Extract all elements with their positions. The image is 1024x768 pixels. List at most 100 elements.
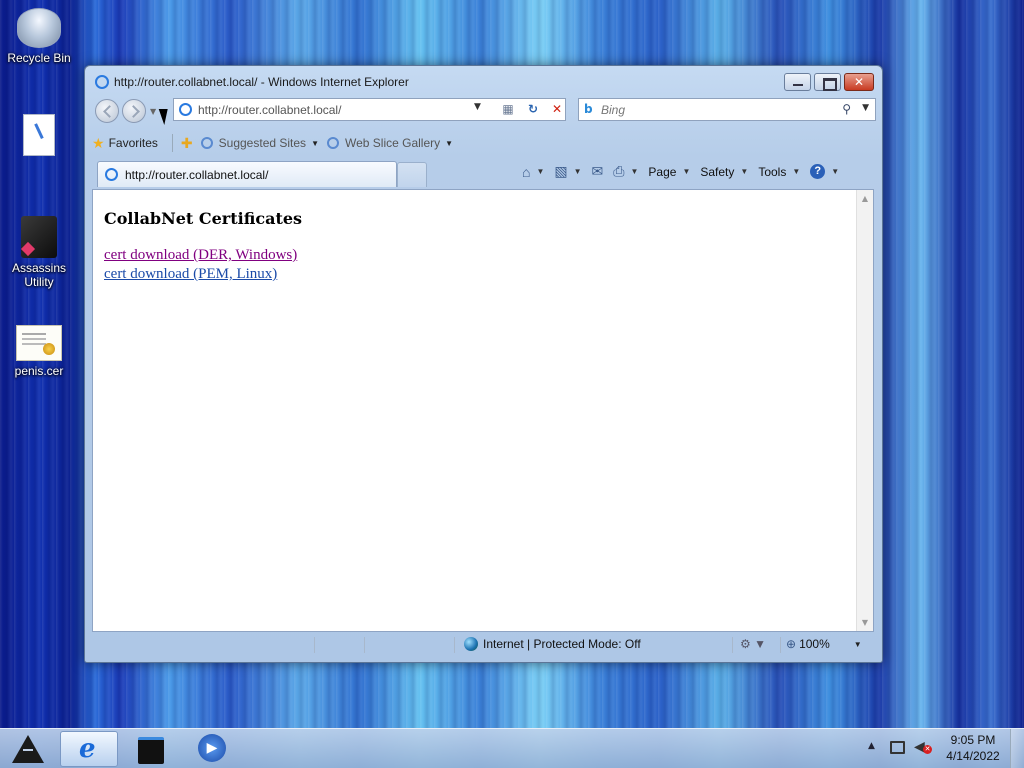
taskbar-internet-explorer[interactable] [60,731,118,767]
navigation-bar: ▼ http://router.collabnet.local/ ▼ ▦ ↻ ✕… [93,98,876,124]
zoom-control[interactable]: ⊕ 100% ▼ [786,637,862,651]
forward-button[interactable] [122,99,146,123]
search-icon[interactable]: ⚲ [842,102,851,116]
compatibility-view-icon[interactable]: ▦ [497,101,519,118]
favorites-button[interactable]: ★ Favorites [92,135,158,152]
web-slice-gallery-button[interactable]: Web Slice Gallery ▼ [326,136,454,150]
bing-icon: b [584,102,593,116]
desktop-icon-shortcut[interactable] [1,114,77,159]
status-divider [780,637,781,653]
chevron-down-icon: ▼ [536,167,545,176]
favorites-separator [171,134,173,152]
tools-menu[interactable]: Tools ▼ [758,165,800,179]
recent-pages-dropdown-icon[interactable]: ▼ [150,107,156,116]
help-menu[interactable]: ? ▼ [810,164,839,179]
show-desktop-button[interactable] [1010,729,1024,768]
desktop-icon-recycle-bin[interactable]: Recycle Bin [1,8,77,65]
status-divider [732,637,733,653]
clock-time: 9:05 PM [950,733,996,747]
internet-globe-icon [464,637,478,651]
printer-icon: ⎙ [613,163,625,179]
title-bar[interactable]: http://router.collabnet.local/ - Windows… [85,66,882,96]
refresh-icon[interactable]: ↻ [522,101,544,118]
cert-download-pem-link[interactable]: cert download (PEM, Linux) [104,266,277,283]
popup-blocker-icon[interactable]: ⚙ ▼ [740,637,766,651]
desktop-icon-certificate-file[interactable]: penis.cer [1,325,77,378]
tab-ie-icon [105,168,118,181]
vertical-scrollbar[interactable]: ▲ ▼ [856,190,873,631]
address-bar[interactable]: http://router.collabnet.local/ ▼ ▦ ↻ ✕ [173,98,566,121]
start-button[interactable] [6,731,50,767]
taskbar-media-player[interactable] [184,731,242,767]
security-zone-label: Internet | Protected Mode: Off [483,637,641,651]
command-bar: ⌂ ▼ ▧ ▼ ✉ ⎙ ▼ Page ▼ Safety ▼ Tools ▼ ? … [522,163,849,180]
tab-row: http://router.collabnet.local/ ⌂ ▼ ▧ ▼ ✉… [92,159,875,189]
page-heading: CollabNet Certificates [104,209,303,228]
mail-icon: ✉ [591,163,604,179]
certificate-icon [16,325,62,361]
stop-icon[interactable]: ✕ [546,101,568,118]
cert-download-der-link[interactable]: cert download (DER, Windows) [104,247,297,264]
desktop-icon-assassins-utility[interactable]: Assassins Utility [1,216,77,289]
page-menu-label: Page [648,164,677,179]
close-button[interactable] [844,73,874,91]
security-zone[interactable]: Internet | Protected Mode: Off [464,637,641,651]
chevron-down-icon: ▼ [311,138,319,148]
tab-router-collabnet[interactable]: http://router.collabnet.local/ [97,161,397,187]
chevron-down-icon: ▼ [630,167,639,176]
chevron-down-icon: ▼ [740,167,749,176]
search-placeholder[interactable]: Bing [601,103,625,117]
address-url[interactable]: http://router.collabnet.local/ [198,103,341,117]
chevron-down-icon: ▼ [573,167,582,176]
chevron-down-icon: ▼ [853,639,862,649]
show-hidden-icons-icon[interactable]: ▲ [868,741,875,751]
desktop-icon-label: Assassins Utility [11,261,67,289]
feeds-button[interactable]: ▧ ▼ [554,163,581,180]
tools-menu-label: Tools [758,164,787,179]
print-button[interactable]: ⎙ ▼ [613,163,638,180]
ie-logo-icon [95,75,109,89]
zoom-level: 100% [799,637,830,651]
desktop-icon-label: Recycle Bin [7,51,71,65]
add-to-favorites-bar-icon[interactable]: ✚ [181,135,193,152]
suggested-sites-label: Suggested Sites [218,136,307,150]
page-content: CollabNet Certificates cert download (DE… [92,189,874,632]
back-button[interactable] [95,99,119,123]
safety-menu[interactable]: Safety ▼ [700,165,748,179]
document-icon [23,114,55,156]
new-tab-button[interactable] [397,162,427,187]
taskbar: ▲ ◀ ✕ 9:05 PM 4/14/2022 [0,728,1024,768]
status-bar: Internet | Protected Mode: Off ⚙ ▼ ⊕ 100… [92,633,875,657]
minimize-button[interactable] [784,73,811,91]
ie-page-icon [200,137,213,149]
taskbar-storage-app[interactable] [122,731,180,767]
internet-explorer-window: http://router.collabnet.local/ - Windows… [84,65,883,663]
scroll-down-icon[interactable]: ▼ [857,618,873,627]
home-icon: ⌂ [522,163,531,180]
zoom-magnifier-icon: ⊕ [786,637,797,651]
safety-menu-label: Safety [700,164,735,179]
window-title: http://router.collabnet.local/ - Windows… [114,75,409,89]
chevron-down-icon: ▼ [792,167,801,176]
chevron-down-icon: ▼ [445,138,454,148]
status-divider [454,637,455,653]
address-dropdown-icon[interactable]: ▼ [474,102,481,112]
maximize-button[interactable] [814,73,841,91]
network-icon[interactable] [890,741,905,754]
favorites-label: Favorites [108,136,158,150]
home-button[interactable]: ⌂ ▼ [522,164,544,180]
window-controls [781,73,874,91]
chevron-down-icon: ▼ [682,167,691,176]
desktop-icon-label: penis.cer [14,364,64,378]
search-box[interactable]: b Bing ⚲ ▼ [578,98,876,121]
favorites-star-icon: ★ [92,134,105,151]
page-menu[interactable]: Page ▼ [648,165,690,179]
suggested-sites-button[interactable]: Suggested Sites ▼ [200,136,319,150]
read-mail-button[interactable]: ✉ [592,163,604,180]
search-options-dropdown-icon[interactable]: ▼ [862,103,869,113]
system-clock[interactable]: 9:05 PM 4/14/2022 [938,732,1008,764]
web-slice-gallery-label: Web Slice Gallery [344,136,441,150]
scroll-up-icon[interactable]: ▲ [857,194,873,203]
muted-indicator-icon: ✕ [923,745,932,754]
rss-feed-icon: ▧ [554,163,568,179]
